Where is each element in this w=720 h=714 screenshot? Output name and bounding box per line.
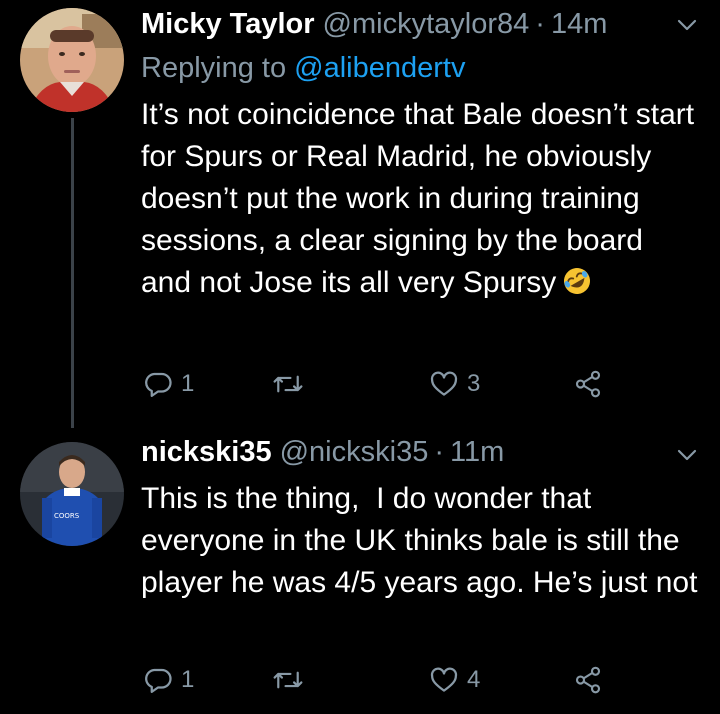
avatar[interactable]: COORS (20, 442, 124, 546)
thread-line (71, 118, 74, 428)
rolling-on-floor-laughing-emoji-icon (562, 266, 592, 296)
separator: · (434, 436, 444, 468)
tweet-text-content: It’s not coincidence that Bale doesn’t s… (141, 98, 695, 299)
reply-button[interactable]: 1 (143, 369, 194, 399)
display-name[interactable]: Micky Taylor (141, 8, 315, 41)
tweet-text-content: This is the thing, I do wonder that ever… (141, 482, 698, 599)
share-button[interactable] (573, 369, 603, 399)
retweet-icon (271, 369, 305, 399)
like-count: 4 (467, 666, 481, 693)
tweet[interactable]: COORS nickski35 @nickski35 · 11m This is… (0, 420, 720, 714)
tweet-text: This is the thing, I do wonder that ever… (141, 478, 701, 604)
chevron-down-icon[interactable] (676, 444, 698, 466)
reply-icon (143, 665, 173, 695)
like-icon (429, 369, 459, 399)
timestamp[interactable]: 14m (551, 8, 607, 41)
like-button[interactable]: 4 (429, 665, 480, 695)
tweet-actions: 1 3 (141, 366, 621, 402)
reply-button[interactable]: 1 (143, 665, 194, 695)
display-name[interactable]: nickski35 (141, 436, 272, 469)
user-handle[interactable]: @mickytaylor84 (323, 8, 530, 41)
svg-text:COORS: COORS (54, 512, 80, 520)
share-icon (573, 665, 603, 695)
chevron-down-icon[interactable] (676, 14, 698, 36)
retweet-button[interactable] (271, 665, 313, 695)
tweet[interactable]: Micky Taylor @mickytaylor84 · 14m Replyi… (0, 0, 720, 428)
timestamp[interactable]: 11m (450, 436, 504, 469)
like-icon (429, 665, 459, 695)
reply-count: 1 (181, 370, 195, 397)
like-count: 3 (467, 370, 481, 397)
retweet-icon (271, 665, 305, 695)
tweet-header: nickski35 @nickski35 · 11m (141, 436, 504, 476)
retweet-button[interactable] (271, 369, 313, 399)
reply-icon (143, 369, 173, 399)
reply-count: 1 (181, 666, 195, 693)
avatar[interactable] (20, 8, 124, 112)
share-button[interactable] (573, 665, 603, 695)
separator: · (535, 8, 545, 40)
share-icon (573, 369, 603, 399)
tweet-text: It’s not coincidence that Bale doesn’t s… (141, 94, 701, 304)
replying-to: Replying to @alibendertv (141, 52, 465, 85)
user-handle[interactable]: @nickski35 (280, 436, 429, 469)
tweet-actions: 1 4 (141, 662, 621, 698)
replying-label: Replying to (141, 52, 295, 84)
like-button[interactable]: 3 (429, 369, 480, 399)
replying-mention-link[interactable]: @alibendertv (294, 52, 465, 84)
tweet-header: Micky Taylor @mickytaylor84 · 14m (141, 8, 607, 48)
